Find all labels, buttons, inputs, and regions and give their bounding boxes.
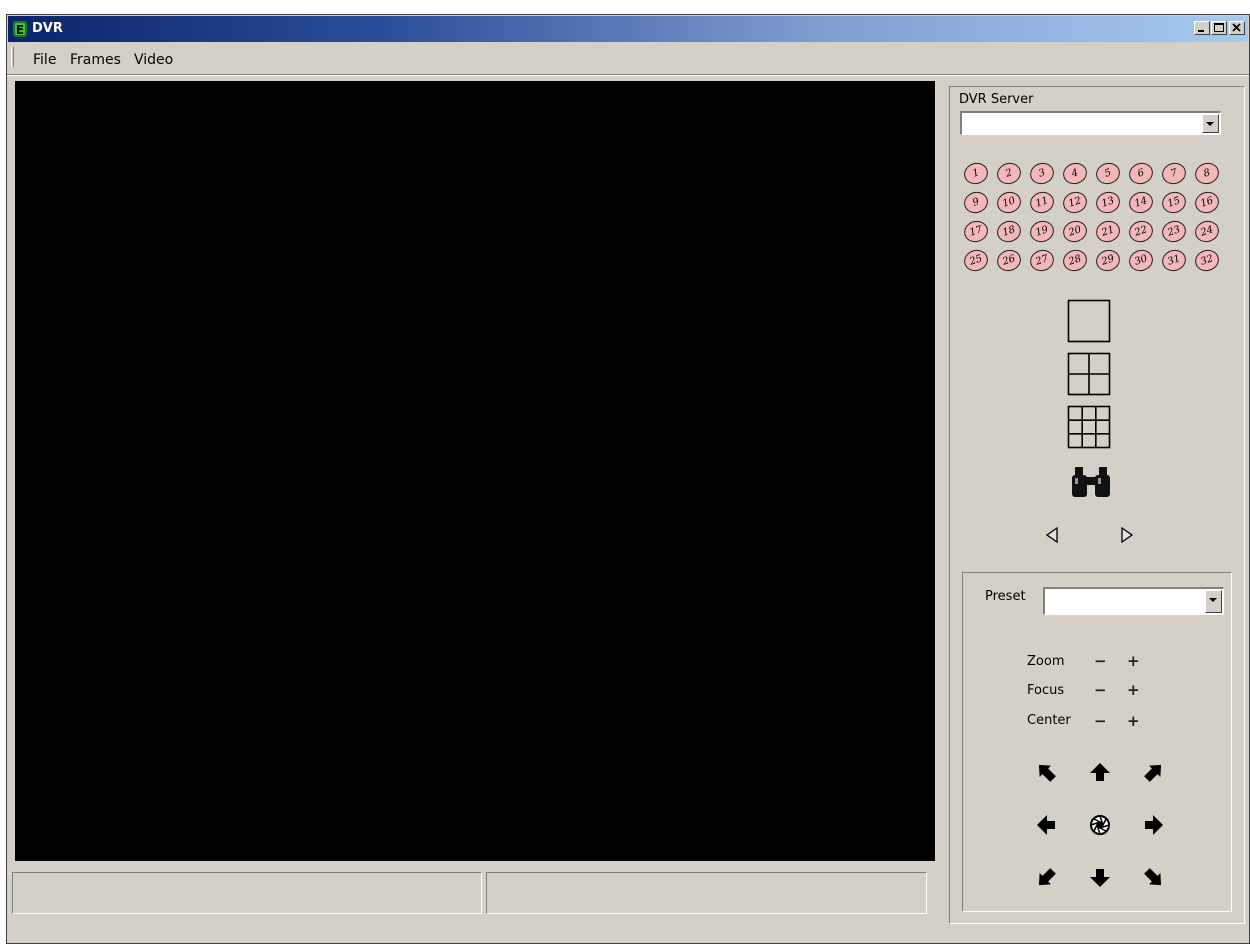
preset-select[interactable] [1043,587,1224,615]
camera-button-29[interactable]: 29 [1093,246,1123,275]
camera-button-20[interactable]: 20 [1060,217,1090,246]
camera-button-31[interactable]: 31 [1159,246,1189,275]
pan-up-icon[interactable] [1089,761,1111,783]
camera-button-5[interactable]: 5 [1093,159,1123,188]
menu-frames[interactable]: Frames [70,52,121,68]
camera-button-24[interactable]: 24 [1192,217,1222,246]
preset-label: Preset [985,589,1026,604]
maximize-button[interactable] [1211,21,1227,35]
center-plus-button[interactable]: + [1127,712,1140,730]
menu-video[interactable]: Video [134,52,173,68]
camera-button-12[interactable]: 12 [1060,188,1090,217]
svg-text:E: E [16,23,24,37]
pan-right-icon[interactable] [1143,814,1165,836]
camera-button-15[interactable]: 15 [1159,188,1189,217]
camera-button-22[interactable]: 22 [1126,217,1156,246]
prev-arrow-icon[interactable] [1045,527,1059,543]
pan-up-right-icon[interactable] [1143,761,1165,783]
camera-button-16[interactable]: 16 [1192,188,1222,217]
camera-button-18[interactable]: 18 [994,217,1024,246]
camera-button-17[interactable]: 17 [961,217,991,246]
menu-file[interactable]: File [33,52,56,68]
pan-down-left-icon[interactable] [1035,867,1057,889]
nine-view-icon[interactable] [1067,405,1111,449]
camera-button-32[interactable]: 32 [1192,246,1222,275]
minimize-button[interactable] [1194,21,1210,35]
minimize-icon [1198,30,1204,32]
center-label: Center [1027,713,1071,728]
focus-label: Focus [1027,683,1065,698]
camera-button-3[interactable]: 3 [1027,159,1057,188]
camera-button-1[interactable]: 1 [961,159,991,188]
camera-button-8[interactable]: 8 [1192,159,1222,188]
pan-down-icon[interactable] [1089,867,1111,889]
center-minus-button[interactable]: − [1094,712,1107,730]
close-button[interactable] [1229,21,1245,35]
maximize-icon [1214,23,1224,32]
status-panel-left [12,872,482,914]
camera-button-26[interactable]: 26 [994,246,1024,275]
next-arrow-icon[interactable] [1120,527,1134,543]
camera-button-6[interactable]: 6 [1126,159,1156,188]
zoom-label: Zoom [1027,654,1065,669]
menu-grip[interactable] [11,47,14,67]
camera-button-23[interactable]: 23 [1159,217,1189,246]
camera-button-30[interactable]: 30 [1126,246,1156,275]
pan-left-icon[interactable] [1035,814,1057,836]
camera-button-21[interactable]: 21 [1093,217,1123,246]
window-title: DVR [32,21,63,36]
pan-up-left-icon[interactable] [1035,761,1057,783]
camera-button-2[interactable]: 2 [994,159,1024,188]
zoom-in-button[interactable]: + [1127,652,1140,670]
camera-button-grid: 1 2 3 4 5 6 7 8 9 10 11 12 13 14 15 16 1… [961,159,1228,275]
camera-button-25[interactable]: 25 [961,246,991,275]
video-display[interactable] [15,81,935,861]
camera-button-28[interactable]: 28 [1060,246,1090,275]
camera-button-14[interactable]: 14 [1126,188,1156,217]
single-view-icon[interactable] [1067,299,1111,343]
menu-bar: File Frames Video [8,43,1248,71]
ptz-panel: Preset Zoom − + Focus − + Center − + [962,572,1232,912]
chevron-down-icon[interactable] [1205,590,1222,613]
quad-view-icon[interactable] [1067,352,1111,396]
control-panel: DVR Server 1 2 3 4 5 6 7 8 9 10 11 12 13… [949,86,1245,924]
camera-button-11[interactable]: 11 [1027,188,1057,217]
camera-button-27[interactable]: 27 [1027,246,1057,275]
status-panel-right [486,872,927,914]
title-bar[interactable]: E DVR [8,16,1248,42]
focus-in-button[interactable]: + [1127,681,1140,699]
menu-separator [7,74,1249,76]
close-icon [1232,23,1241,32]
aperture-icon[interactable] [1089,814,1111,836]
camera-button-9[interactable]: 9 [961,188,991,217]
camera-button-13[interactable]: 13 [1093,188,1123,217]
camera-button-10[interactable]: 10 [994,188,1024,217]
dvr-window: E DVR File Frames Video DVR Server 1 2 3 [6,14,1250,944]
dvr-server-select[interactable] [960,111,1221,135]
camera-button-19[interactable]: 19 [1027,217,1057,246]
chevron-down-icon[interactable] [1202,114,1219,133]
dvr-app-icon: E [13,21,27,37]
focus-out-button[interactable]: − [1094,681,1107,699]
camera-button-7[interactable]: 7 [1159,159,1189,188]
dvr-server-label: DVR Server [959,92,1034,107]
binoculars-icon[interactable] [1071,465,1111,501]
camera-button-4[interactable]: 4 [1060,159,1090,188]
zoom-out-button[interactable]: − [1094,652,1107,670]
pan-down-right-icon[interactable] [1143,867,1165,889]
